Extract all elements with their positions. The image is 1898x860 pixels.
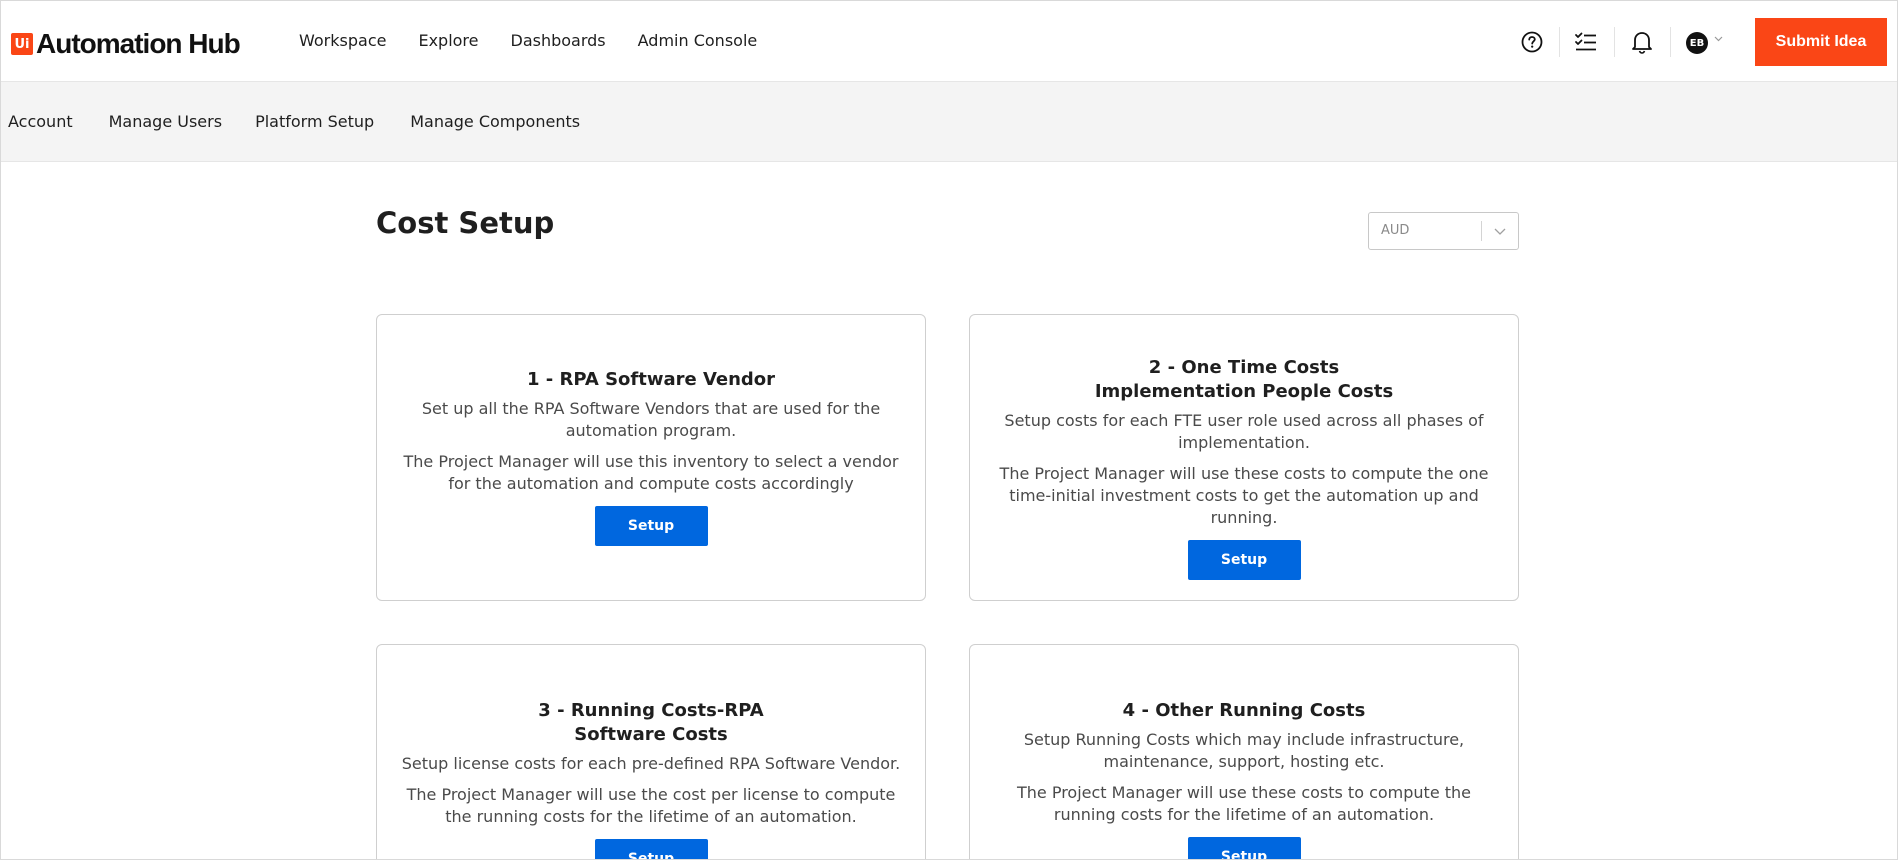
card-description: Setup license costs for each pre-defined…	[401, 754, 901, 773]
top-header: Ui Automation Hub Workspace Explore Dash…	[1, 1, 1897, 82]
divider	[1614, 27, 1615, 57]
card-title: Implementation People Costs	[1094, 381, 1394, 402]
card-title: 4 - Other Running Costs	[1122, 700, 1366, 721]
main-nav: Workspace Explore Dashboards Admin Conso…	[299, 31, 757, 50]
bell-icon[interactable]	[1629, 29, 1655, 55]
subnav-item-account[interactable]: Account	[8, 112, 73, 131]
tasks-checklist-icon[interactable]	[1573, 29, 1599, 55]
card-description: Set up all the RPA Software Vendors that…	[421, 399, 881, 440]
nav-workspace[interactable]: Workspace	[299, 31, 386, 50]
app-window: Ui Automation Hub Workspace Explore Dash…	[0, 0, 1898, 860]
card-description: Setup Running Costs which may include in…	[1023, 730, 1465, 771]
card-title: 3 - Running Costs-RPA	[538, 700, 764, 721]
currency-value: AUD	[1381, 223, 1410, 238]
card-description: The Project Manager will use these costs…	[1016, 783, 1472, 824]
setup-button[interactable]: Setup	[1187, 837, 1301, 859]
card-description: The Project Manager will use this invent…	[403, 452, 899, 493]
cost-card-other-running: 4 - Other Running Costs Setup Running Co…	[969, 644, 1519, 859]
divider	[1481, 221, 1482, 241]
card-description: The Project Manager will use these costs…	[999, 464, 1489, 527]
card-title: Software Costs	[574, 724, 728, 745]
subnav-item-manage-components[interactable]: Manage Components	[410, 112, 580, 131]
cost-card-rpa-vendor: 1 - RPA Software Vendor Set up all the R…	[376, 314, 926, 601]
page-title: Cost Setup	[376, 206, 555, 240]
subnav-item-platform-setup[interactable]: Platform Setup	[255, 112, 374, 131]
divider	[1559, 27, 1560, 57]
cost-card-running-rpa: 3 - Running Costs-RPA Software Costs Set…	[376, 644, 926, 859]
subnav-item-manage-users[interactable]: Manage Users	[109, 112, 222, 131]
logo[interactable]: Ui Automation Hub	[11, 28, 241, 60]
nav-dashboards[interactable]: Dashboards	[511, 31, 606, 50]
card-title: 1 - RPA Software Vendor	[526, 369, 776, 390]
admin-subnav: Account Manage Users Platform Setup Mana…	[1, 82, 1897, 162]
help-icon[interactable]	[1519, 29, 1545, 55]
chevron-down-icon[interactable]	[1491, 222, 1509, 240]
nav-admin-console[interactable]: Admin Console	[638, 31, 758, 50]
currency-select[interactable]: AUD	[1368, 212, 1519, 250]
avatar[interactable]: EB	[1686, 32, 1708, 54]
submit-idea-button[interactable]: Submit Idea	[1755, 18, 1887, 66]
card-description: Setup costs for each FTE user role used …	[1004, 411, 1484, 452]
logo-badge: Ui	[11, 33, 33, 55]
cost-card-one-time: 2 - One Time Costs Implementation People…	[969, 314, 1519, 601]
card-title: 2 - One Time Costs	[1148, 357, 1340, 378]
nav-explore[interactable]: Explore	[418, 31, 478, 50]
chevron-down-icon[interactable]	[1714, 34, 1723, 45]
setup-button[interactable]: Setup	[1187, 540, 1301, 580]
card-description: The Project Manager will use the cost pe…	[406, 785, 896, 826]
setup-button[interactable]: Setup	[594, 839, 708, 859]
divider	[1670, 27, 1671, 57]
logo-text: Automation Hub	[36, 28, 241, 59]
setup-button[interactable]: Setup	[594, 506, 708, 546]
subnav-items: Account Manage Users Platform Setup Mana…	[8, 112, 580, 131]
